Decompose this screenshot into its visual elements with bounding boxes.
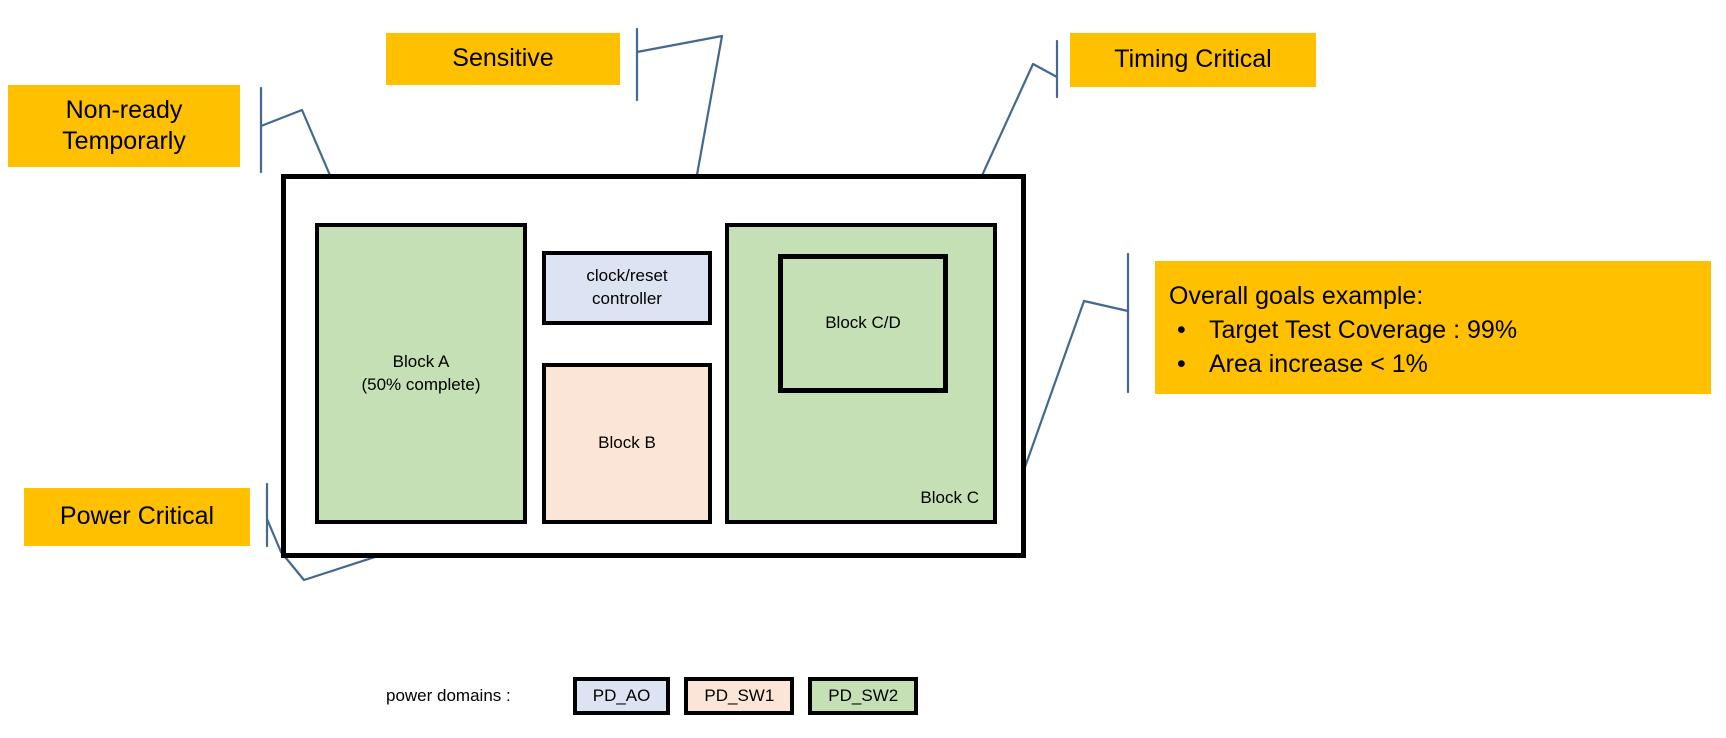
block-a-label-line2: (50% complete) [361,374,481,394]
block-clock-reset-controller-label: clock/reset controller [586,265,667,311]
block-c-d[interactable]: Block C/D [778,254,948,393]
overall-goals-item-label: Area increase < 1% [1209,350,1428,378]
block-a-label-line1: Block A [392,351,450,371]
legend-item-pd-sw2-label: PD_SW2 [828,686,899,705]
legend-item-pd-ao-label: PD_AO [592,686,651,705]
block-c-d-label: Block C/D [825,313,901,333]
callout-power-critical-label: Power Critical [59,502,215,531]
block-b-label: Block B [598,433,656,453]
callout-overall-goals[interactable]: Overall goals example: • Target Test Cov… [1155,261,1711,394]
bullet-glyph: • [1177,316,1186,345]
block-c-label: Block C [920,488,979,508]
diagram-canvas: Non-ready Temporarly Sensitive Timing Cr… [0,0,1726,738]
block-clock-label-line1: clock/reset [586,266,668,286]
callout-non-ready-temporarly[interactable]: Non-ready Temporarly [8,85,240,167]
bullet-glyph: • [1177,350,1186,378]
callout-non-ready-line2: Temporarly [62,127,186,155]
callout-timing-critical-label: Timing Critical [1114,45,1272,74]
overall-goals-item: • Area increase < 1% [1169,348,1711,382]
callout-sensitive-label: Sensitive [452,44,554,73]
block-a[interactable]: Block A (50% complete) [315,223,527,524]
legend-item-pd-ao[interactable]: PD_AO [572,677,671,715]
overall-goals-item-label: Target Test Coverage : 99% [1209,316,1518,345]
block-a-label: Block A (50% complete) [361,351,480,397]
leader-line-goals [1006,299,1130,517]
callout-timing-critical[interactable]: Timing Critical [1070,33,1316,87]
overall-goals-list: • Target Test Coverage : 99% • Area incr… [1169,314,1711,382]
callout-sensitive[interactable]: Sensitive [386,33,620,85]
power-domains-legend-title: power domains : [386,686,511,705]
callout-non-ready-label: Non-ready Temporarly [62,95,186,158]
overall-goals-title: Overall goals example: [1169,282,1424,310]
power-domains-legend: power domains : PD_AO PD_SW1 PD_SW2 [386,673,932,719]
legend-item-pd-sw2[interactable]: PD_SW2 [808,677,919,715]
legend-item-pd-sw1-label: PD_SW1 [704,686,775,705]
overall-goals-item: • Target Test Coverage : 99% [1169,314,1711,348]
block-b[interactable]: Block B [542,363,712,524]
block-clock-reset-controller[interactable]: clock/reset controller [542,251,712,325]
callout-power-critical[interactable]: Power Critical [24,488,250,546]
legend-item-pd-sw1[interactable]: PD_SW1 [684,677,795,715]
block-clock-label-line2: controller [592,289,662,308]
callout-non-ready-line1: Non-ready [65,95,183,124]
